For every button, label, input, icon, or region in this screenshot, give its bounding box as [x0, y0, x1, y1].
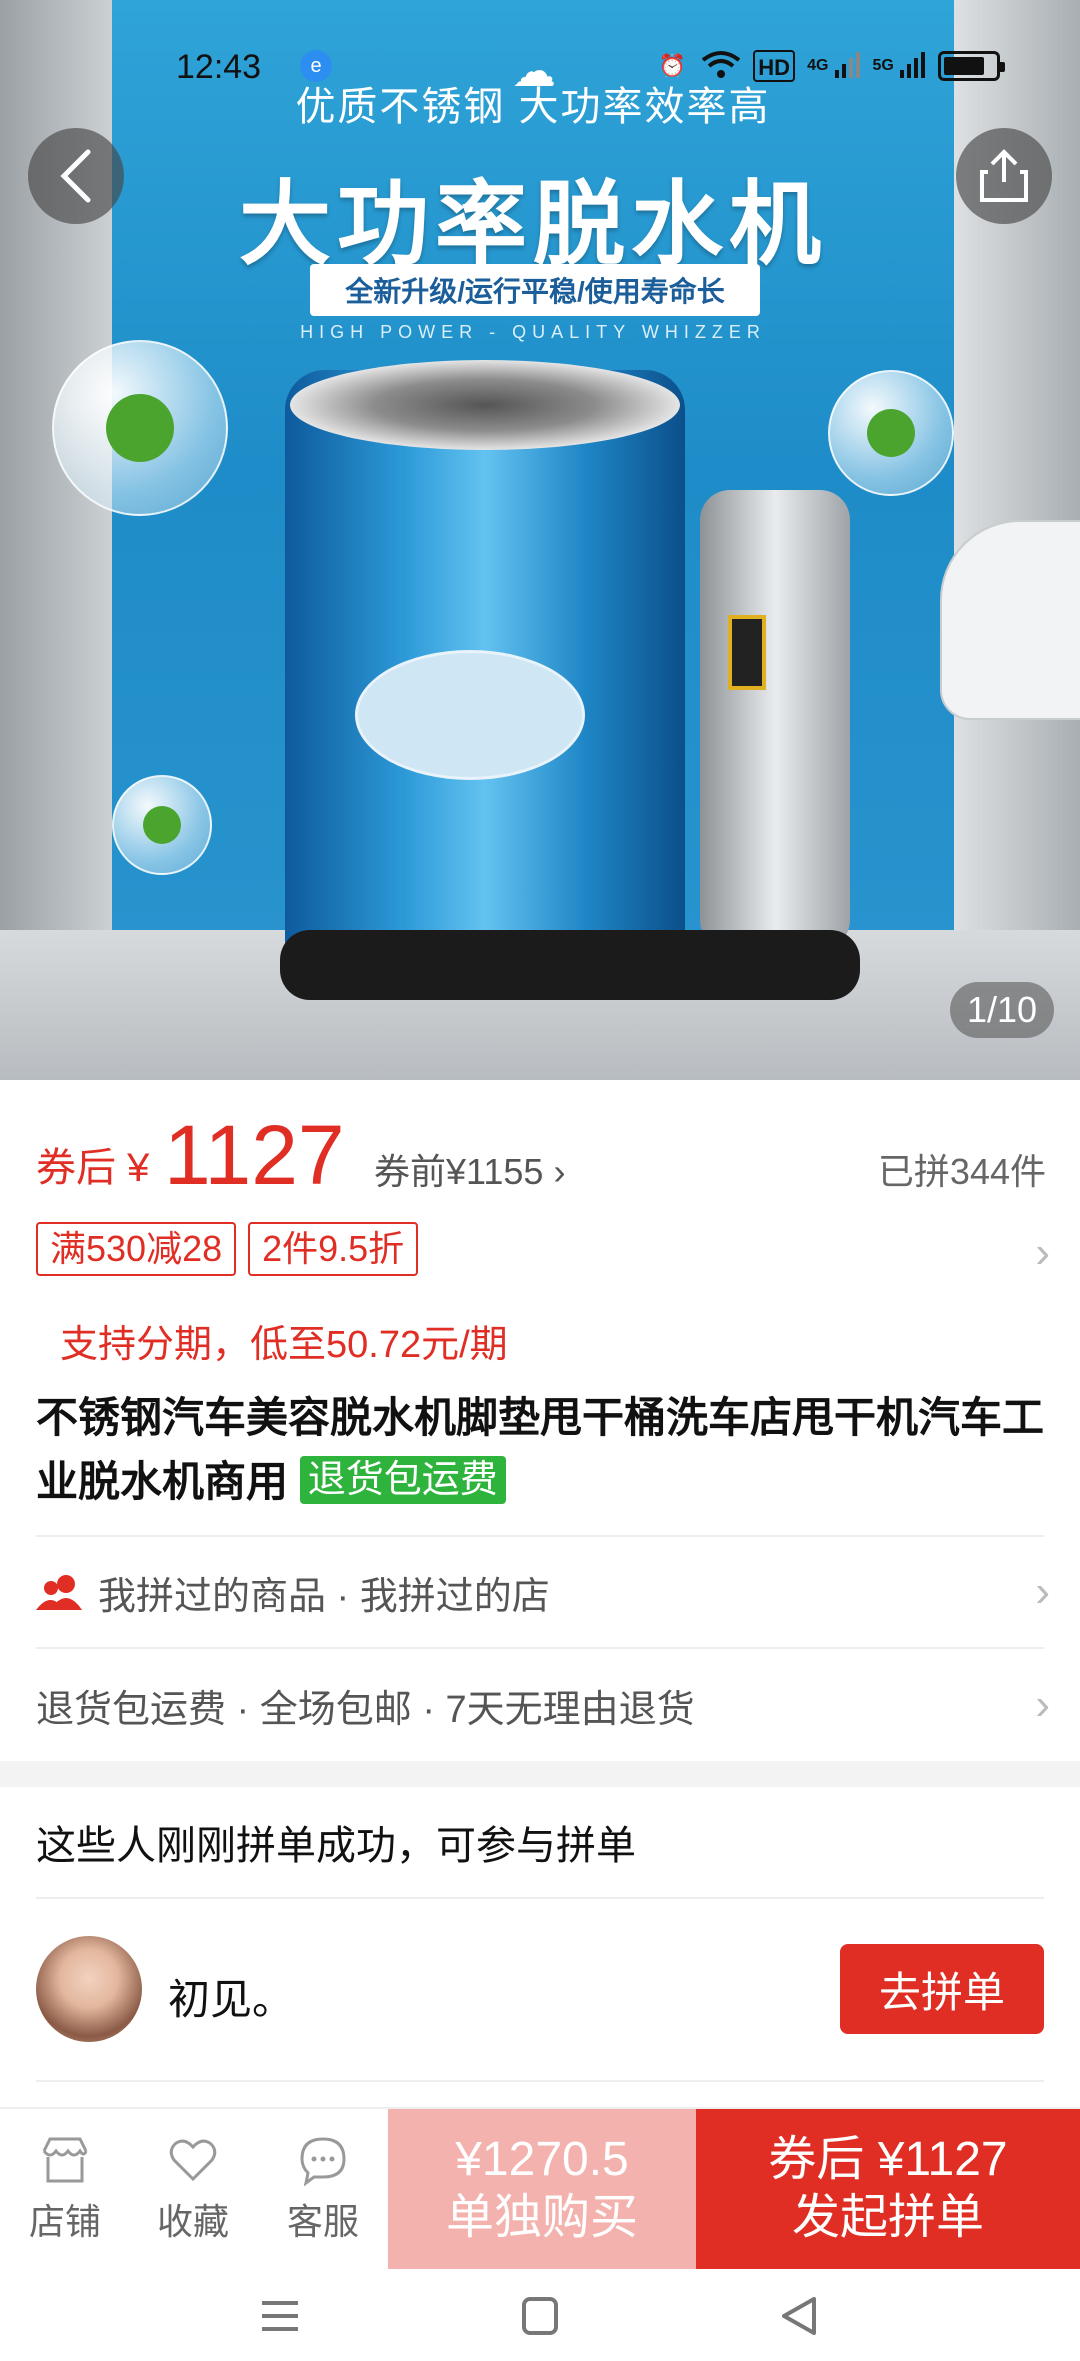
menu-icon[interactable] — [250, 2291, 310, 2341]
heart-icon — [169, 2139, 217, 2182]
image-counter: 1/10 — [950, 982, 1054, 1038]
group-buy-user-row: 初见。 去拼单 — [36, 1900, 1044, 2082]
alarm-icon: ⏰ — [658, 53, 686, 78]
sold-count: 已拼344件 — [877, 1151, 1046, 1192]
status-time: 12:43 — [176, 48, 262, 86]
machine-switch — [728, 615, 766, 690]
decor-bubble — [828, 370, 954, 496]
chevron-right-icon[interactable]: › — [1035, 1228, 1050, 1278]
machine-base — [280, 930, 860, 1000]
status-bar: 12:43 e ☁ ⏰ HD 4G 5G — [0, 40, 1080, 100]
browser-app-icon: e — [300, 50, 332, 82]
currency-symbol: ¥ — [127, 1146, 150, 1190]
group-buy-heading: 这些人刚刚拼单成功，可参与拼单 — [36, 1787, 1044, 1899]
customer-service-label: 客服 — [286, 2201, 359, 2242]
chat-icon — [300, 2137, 346, 2187]
wifi-icon — [701, 50, 741, 82]
product-title: 不锈钢汽车美容脱水机脚垫甩干桶洗车店甩干机汽车工业脱水机商用 退货包运费 — [36, 1386, 1046, 1514]
back-triangle-icon[interactable] — [770, 2291, 830, 2341]
service-guarantee-text: 退货包运费 · 全场包邮 · 7天无理由退货 — [36, 1688, 695, 1731]
machine-label — [355, 650, 585, 780]
favorite-label: 收藏 — [156, 2201, 229, 2242]
group-username: 初见。 — [168, 1976, 295, 2023]
promo-tag[interactable]: 2件9.5折 — [248, 1222, 419, 1276]
background-car — [940, 520, 1080, 720]
promo-tags[interactable]: 满530减28 2件9.5折 — [36, 1222, 419, 1276]
price-after-coupon-label: 券后 ¥ — [36, 1135, 149, 1193]
system-nav-bar — [0, 2269, 1080, 2361]
store-icon — [42, 2137, 88, 2183]
hd-icon: HD — [753, 50, 796, 82]
chevron-right-icon: › — [1035, 1680, 1050, 1729]
share-button[interactable] — [956, 128, 1052, 224]
poster-subtitle: 全新升级/运行平稳/使用寿命长 — [310, 264, 760, 316]
group-buy-price: 券后 ¥1127 — [768, 2133, 1008, 2186]
avatar — [36, 1936, 142, 2042]
decor-bubble — [52, 340, 228, 516]
cloud-icon: ☁ — [512, 47, 556, 96]
section-divider — [0, 1761, 1080, 1787]
shop-button[interactable]: 店铺 — [10, 2133, 120, 2245]
price-before-coupon[interactable]: 券前¥1155 › — [374, 1143, 565, 1195]
price-before-text: 券前¥1155 — [374, 1151, 544, 1192]
buy-alone-button[interactable]: ¥1270.5 单独购买 — [388, 2109, 696, 2271]
price-after-coupon: 1127 — [164, 1108, 345, 1202]
home-icon[interactable] — [510, 2291, 570, 2341]
machine-motor — [700, 490, 850, 950]
battery-icon — [938, 51, 1005, 81]
customer-service-button[interactable]: 客服 — [268, 2133, 378, 2245]
shop-label: 店铺 — [28, 2201, 101, 2242]
chevron-left-icon — [60, 149, 91, 203]
decor-bubble — [112, 775, 212, 875]
purchase-history-row[interactable]: 我拼过的商品 · 我拼过的店 › — [36, 1535, 1050, 1647]
buy-alone-label: 单独购买 — [445, 2191, 638, 2244]
machine-rim — [290, 360, 680, 450]
poster-english: HIGH POWER - QUALITY WHIZZER — [300, 322, 766, 342]
service-guarantee-row[interactable]: 退货包运费 · 全场包邮 · 7天无理由退货 › — [36, 1647, 1050, 1761]
bottom-action-bar: 店铺 收藏 客服 ¥1270.5 单独购买 券后 ¥1127 发起拼单 — [0, 2107, 1080, 2271]
share-icon — [980, 149, 1028, 202]
favorite-button[interactable]: 收藏 — [138, 2133, 248, 2245]
start-group-buy-button[interactable]: 券后 ¥1127 发起拼单 — [696, 2109, 1080, 2271]
price-row: 券后 ¥ 1127 券前¥1155 › 已拼344件 — [36, 1108, 1046, 1202]
purchase-history-text: 我拼过的商品 · 我拼过的店 — [98, 1575, 550, 1618]
signal-4g-icon: 4G — [807, 50, 860, 82]
free-return-badge: 退货包运费 — [299, 1456, 506, 1504]
chevron-right-icon: › — [1035, 1567, 1050, 1616]
after-label-text: 券后 — [36, 1146, 116, 1190]
product-image-carousel[interactable]: 优质不锈钢 大功率效率高 大功率脱水机 全新升级/运行平稳/使用寿命长 HIGH… — [0, 0, 1080, 1080]
signal-5g-icon: 5G — [873, 50, 926, 82]
product-title-text: 不锈钢汽车美容脱水机脚垫甩干桶洗车店甩干机汽车工业脱水机商用 — [36, 1394, 1045, 1505]
back-button[interactable] — [28, 128, 124, 224]
buy-alone-price: ¥1270.5 — [455, 2133, 629, 2186]
net1-label: 4G — [807, 57, 829, 74]
promo-tag[interactable]: 满530减28 — [36, 1222, 237, 1276]
product-page: 优质不锈钢 大功率效率高 大功率脱水机 全新升级/运行平稳/使用寿命长 HIGH… — [0, 0, 1080, 2361]
join-group-button[interactable]: 去拼单 — [840, 1944, 1044, 2034]
chevron-right-icon: › — [553, 1151, 566, 1192]
people-icon — [36, 1575, 82, 1610]
installment-info: 支持分期，低至50.72元/期 — [60, 1324, 508, 1366]
group-buy-label: 发起拼单 — [791, 2191, 984, 2244]
net2-label: 5G — [872, 57, 894, 74]
